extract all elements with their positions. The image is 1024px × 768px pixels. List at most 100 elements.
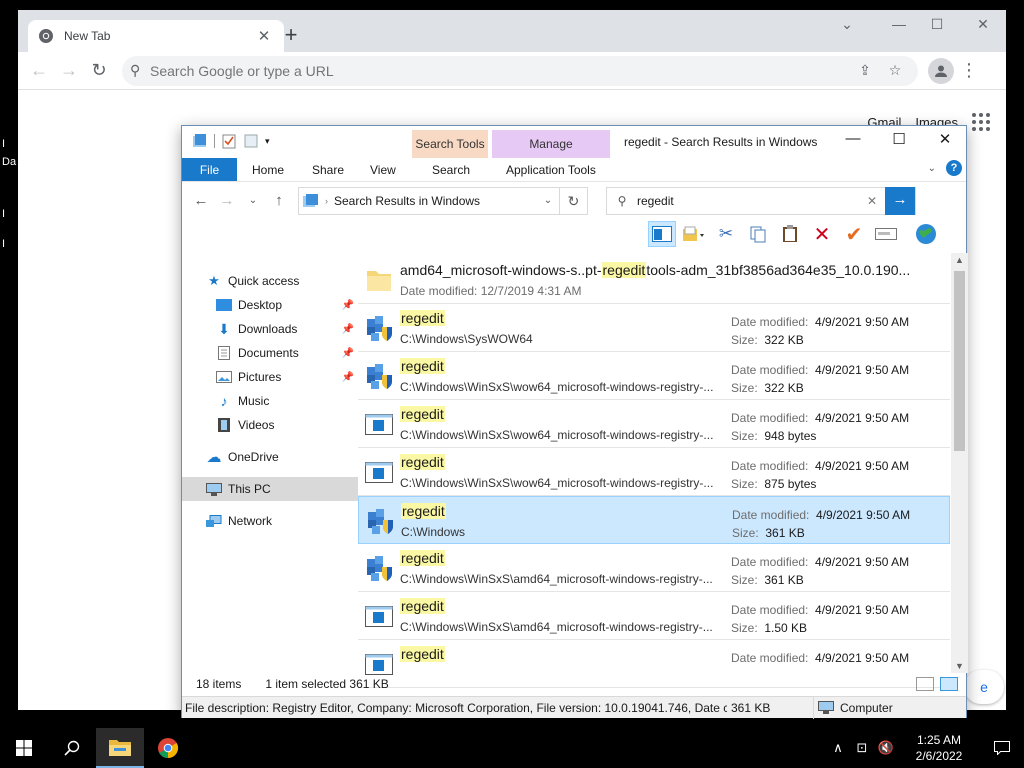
chrome-logo-icon: [158, 738, 179, 759]
preview-pane-icon[interactable]: [648, 221, 676, 247]
chrome-tab-new-tab[interactable]: New Tab ✕: [28, 20, 284, 52]
help-icon[interactable]: ?: [946, 160, 962, 176]
large-icons-view-icon[interactable]: [940, 677, 958, 691]
taskbar-chrome[interactable]: [144, 728, 192, 768]
result-path: C:\Windows\WinSxS\amd64_microsoft-window…: [400, 620, 713, 634]
desktop-icon: [216, 298, 232, 312]
ribbon-tab-application-tools[interactable]: Application Tools: [506, 158, 596, 181]
minimize-button[interactable]: —: [884, 16, 914, 32]
result-date-modified: Date modified: 4/9/2021 9:50 AM: [732, 508, 911, 522]
search-tools-context-tab[interactable]: Search Tools: [412, 130, 488, 158]
result-folder-item[interactable]: amd64_microsoft-windows-s..pt-regedittoo…: [358, 256, 950, 304]
nav-network[interactable]: Network: [182, 509, 358, 533]
chrome-menu-icon[interactable]: ⋮: [954, 56, 984, 86]
paste-icon[interactable]: [776, 221, 804, 247]
nav-pictures[interactable]: Pictures 📌: [182, 365, 358, 389]
tab-search-icon[interactable]: ⌄: [832, 16, 862, 33]
result-size: Size: 322 KB: [731, 381, 804, 395]
show-hidden-icons-icon[interactable]: ∧: [826, 740, 850, 756]
nav-documents[interactable]: Documents 📌: [182, 341, 358, 365]
result-item[interactable]: regedit C:\Windows\WinSxS\wow64_microsoft…: [358, 352, 950, 400]
forward-arrow-icon[interactable]: →: [214, 192, 240, 209]
person-icon: [935, 65, 947, 77]
ribbon-tab-file[interactable]: File: [182, 158, 237, 181]
nav-this-pc[interactable]: This PC: [182, 477, 358, 501]
forward-button[interactable]: →: [54, 56, 84, 86]
select-folder-icon[interactable]: [680, 221, 708, 247]
search-input[interactable]: regedit: [637, 194, 859, 208]
nav-music[interactable]: ♪ Music: [182, 389, 358, 413]
omnibox[interactable]: ⚲ ⇪ ☆: [122, 55, 918, 86]
back-arrow-icon[interactable]: ←: [188, 192, 214, 209]
customize-qat-icon[interactable]: ▾: [265, 136, 270, 147]
taskbar-search-button[interactable]: [48, 728, 96, 768]
scroll-up-icon[interactable]: ▲: [951, 255, 968, 265]
ribbon-tab-search[interactable]: Search: [432, 158, 470, 181]
copy-icon[interactable]: [744, 221, 772, 247]
nav-onedrive[interactable]: ☁ OneDrive: [182, 445, 358, 469]
close-button[interactable]: ✕: [968, 16, 998, 33]
vertical-scrollbar[interactable]: ▲ ▼: [951, 253, 968, 673]
back-button[interactable]: ←: [24, 56, 54, 86]
rename-icon[interactable]: [872, 221, 900, 247]
result-item[interactable]: regedit C:\Windows\SysWOW64 Date modified:…: [358, 304, 950, 352]
omnibox-input[interactable]: [150, 62, 850, 79]
explorer-minimize-button[interactable]: —: [830, 130, 876, 147]
search-go-button[interactable]: →: [885, 186, 915, 215]
recent-locations-icon[interactable]: ⌄: [240, 195, 266, 206]
search-box[interactable]: ⚲ regedit ✕ →: [606, 186, 916, 215]
scrollbar-thumb[interactable]: [954, 271, 965, 451]
notifications-icon[interactable]: [980, 741, 1024, 755]
share-icon[interactable]: ⇪: [850, 62, 880, 79]
result-item[interactable]: regedit C:\Windows\WinSxS\wow64_microsoft…: [358, 400, 950, 448]
refresh-icon[interactable]: ↻: [559, 187, 587, 214]
nav-downloads[interactable]: ⬇ Downloads 📌: [182, 317, 358, 341]
address-bar[interactable]: › Search Results in Windows ⌄ ↻: [298, 186, 588, 215]
ribbon-tab-view[interactable]: View: [370, 158, 396, 181]
pin-icon: 📌: [341, 347, 354, 359]
result-name: regedit: [400, 598, 445, 614]
nav-videos[interactable]: Videos: [182, 413, 358, 437]
volume-muted-icon[interactable]: 🔇: [874, 740, 898, 756]
result-item[interactable]: regedit C:\Windows Date modified: 4/9/2021…: [358, 496, 950, 544]
nav-quick-access[interactable]: ★ Quick access: [182, 269, 358, 293]
result-item[interactable]: regedit C:\Windows\WinSxS\amd64_microsoft…: [358, 544, 950, 592]
globe-icon[interactable]: [912, 221, 940, 247]
checkmark-icon[interactable]: ✔: [840, 221, 868, 247]
customize-chrome-button[interactable]: e: [964, 670, 1004, 704]
nav-desktop[interactable]: Desktop 📌: [182, 293, 358, 317]
delete-icon[interactable]: ✕: [808, 221, 836, 247]
search-folder-icon: [303, 193, 318, 207]
clear-search-icon[interactable]: ✕: [859, 194, 885, 208]
cut-icon[interactable]: ✂: [712, 221, 740, 247]
details-view-icon[interactable]: [916, 677, 934, 691]
ribbon-tab-home[interactable]: Home: [252, 158, 284, 181]
address-dropdown-icon[interactable]: ⌄: [537, 195, 559, 206]
network-status-icon[interactable]: ⊡: [850, 740, 874, 756]
manage-context-tab[interactable]: Manage: [492, 130, 610, 158]
maximize-button[interactable]: ☐: [922, 16, 952, 33]
bookmark-star-icon[interactable]: ☆: [880, 62, 910, 79]
breadcrumb-search-results[interactable]: Search Results in Windows: [334, 194, 480, 208]
explorer-close-button[interactable]: ✕: [922, 130, 968, 148]
close-tab-icon[interactable]: ✕: [254, 27, 274, 45]
result-item[interactable]: regedit C:\Windows\WinSxS\wow64_microsoft…: [358, 448, 950, 496]
expand-ribbon-icon[interactable]: ⌄: [928, 163, 936, 174]
scroll-down-icon[interactable]: ▼: [951, 661, 968, 671]
taskbar-file-explorer[interactable]: [96, 728, 144, 768]
explorer-maximize-button[interactable]: ☐: [876, 130, 922, 148]
start-button[interactable]: [0, 728, 48, 768]
result-item[interactable]: regedit C:\Windows\WinSxS\amd64_microsoft…: [358, 592, 950, 640]
system-tray: ∧ ⊡ 🔇 1:25 AM 2/6/2022: [826, 728, 1024, 768]
reload-button[interactable]: ↻: [84, 56, 114, 86]
properties-icon[interactable]: [221, 133, 237, 149]
google-apps-icon[interactable]: [972, 113, 990, 131]
profile-avatar[interactable]: [928, 57, 954, 84]
result-name: regedit: [400, 454, 445, 470]
up-arrow-icon[interactable]: ↑: [266, 192, 292, 209]
new-folder-icon[interactable]: [243, 133, 259, 149]
new-tab-button[interactable]: +: [278, 23, 304, 49]
result-size: Size: 1.50 KB: [731, 621, 808, 635]
clock[interactable]: 1:25 AM 2/6/2022: [898, 732, 980, 764]
ribbon-tab-share[interactable]: Share: [312, 158, 344, 181]
